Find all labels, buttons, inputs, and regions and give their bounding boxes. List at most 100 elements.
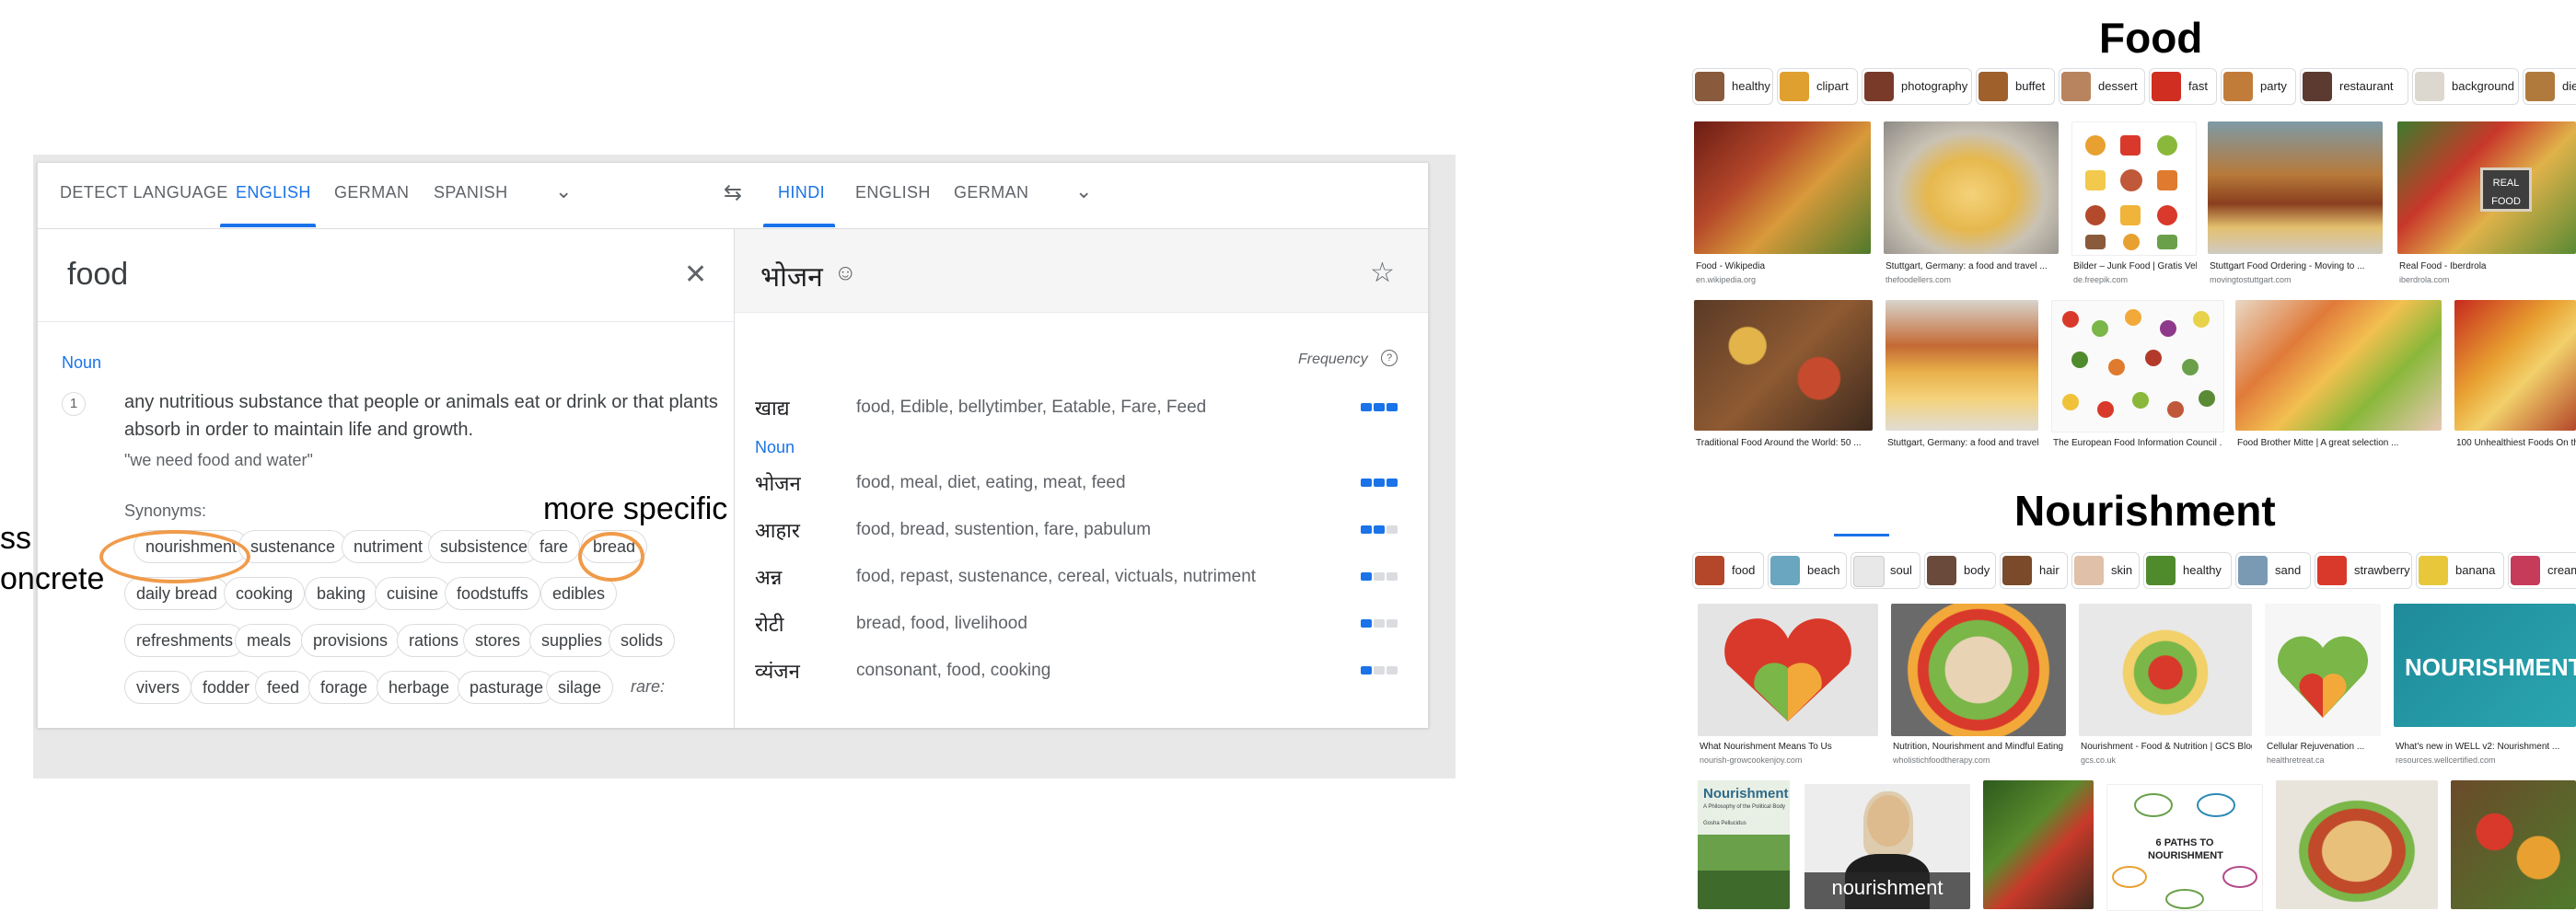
image-caption[interactable]: Food - Wikipedia [1696,261,1871,271]
synonym-chip[interactable]: edibles [540,577,618,610]
image-thumbnail[interactable]: NOURISHMENT [2394,604,2576,727]
source-input-area[interactable]: food ✕ [38,229,734,321]
image-thumbnail[interactable] [2265,604,2381,736]
tag-chip[interactable]: skin [2071,552,2140,589]
image-thumbnail[interactable] [1694,121,1871,254]
translation-synonyms: bread, food, livelihood [856,614,1027,633]
image-caption[interactable]: Stuttgart Food Ordering - Moving to ... [2210,261,2383,271]
image-thumbnail[interactable] [2454,300,2576,431]
tab-target-hindi[interactable]: HINDI [778,183,825,202]
image-caption[interactable]: Bilder – Junk Food | Gratis Vekt... [2073,261,2197,271]
image-caption[interactable]: Cellular Rejuvenation ... [2267,742,2381,752]
image-caption[interactable]: Nourishment - Food & Nutrition | GCS Blo… [2081,742,2252,752]
close-icon[interactable]: ✕ [684,259,707,291]
tag-chip[interactable]: healthy [2143,552,2232,589]
synonym-chip[interactable]: stores [463,624,533,657]
tag-chip[interactable]: banana [2416,552,2504,589]
synonym-chip[interactable]: provisions [301,624,400,657]
tab-target-english[interactable]: ENGLISH [855,183,931,202]
synonym-chip[interactable]: silage [546,671,614,704]
synonym-chip[interactable]: pasturage [458,671,556,704]
tag-chip[interactable]: dessert [2059,68,2145,105]
image-caption[interactable]: The European Food Information Council ..… [2053,438,2222,448]
image-caption[interactable]: Food Brother Mitte | A great selection .… [2237,438,2442,448]
synonym-chip[interactable]: supplies [529,624,615,657]
image-caption[interactable]: Real Food - Iberdrola [2399,261,2576,271]
tag-chip[interactable]: cream [2508,552,2576,589]
frequency-bar [1361,525,1398,534]
synonym-chip[interactable]: baking [305,577,378,610]
tag-chip[interactable]: healthy [1692,68,1773,105]
synonym-chip[interactable]: foodstuffs [445,577,540,610]
tag-chip[interactable]: body [1924,552,1996,589]
synonym-chip[interactable]: herbage [377,671,462,704]
image-thumbnail[interactable] [2071,121,2197,256]
tab-source-german[interactable]: GERMAN [334,183,409,202]
image-thumbnail[interactable] [1884,121,2059,254]
image-caption[interactable]: Traditional Food Around the World: 50 ..… [1696,438,1873,448]
image-thumbnail[interactable] [1886,300,2038,431]
synonym-chip[interactable]: feed [255,671,312,704]
tag-chip[interactable]: restaurant [2300,68,2408,105]
tag-chip[interactable]: beach [1768,552,1847,589]
image-caption[interactable]: What Nourishment Means To Us [1700,742,1878,752]
image-thumbnail[interactable] [2451,780,2576,909]
synonym-chip[interactable]: cuisine [375,577,451,610]
image-thumbnail[interactable] [2079,604,2252,736]
synonym-chip[interactable]: forage [308,671,380,704]
image-thumbnail[interactable] [1891,604,2066,736]
tag-chip[interactable]: fast [2149,68,2217,105]
synonym-chip[interactable]: solids [609,624,676,657]
synonym-chip[interactable]: vivers [124,671,192,704]
image-thumbnail[interactable] [1694,300,1873,431]
image-thumbnail[interactable] [2235,300,2442,431]
chevron-down-icon[interactable]: ⌄ [555,179,572,203]
highlight-ellipse-nourishment [99,530,250,583]
star-icon[interactable]: ☆ [1370,257,1395,289]
tab-source-english[interactable]: ENGLISH [236,183,311,202]
tag-chip[interactable]: diet [2523,68,2576,105]
tag-chip[interactable]: hair [2000,552,2068,589]
image-thumbnail[interactable] [1698,604,1878,736]
image-thumbnail[interactable]: 6 PATHS TO NOURISHMENT [2106,784,2263,911]
tag-chip[interactable]: food [1692,552,1764,589]
tag-chip[interactable]: strawberry [2315,552,2412,589]
image-caption[interactable]: 100 Unhealthiest Foods On the Plane... [2456,438,2576,448]
synonym-chip[interactable]: cooking [224,577,306,610]
synonym-chip[interactable]: refreshments [124,624,246,657]
image-caption[interactable]: Stuttgart, Germany: a food and travel ..… [1887,438,2038,448]
image-caption[interactable]: Nutrition, Nourishment and Mindful Eatin… [1893,742,2066,752]
synonym-chip[interactable]: sustenance [238,530,348,563]
chevron-down-icon[interactable]: ⌄ [1075,179,1092,203]
tab-detect-language[interactable]: DETECT LANGUAGE [60,183,228,202]
tag-chip[interactable]: clipart [1777,68,1858,105]
image-thumbnail[interactable]: nourishment [1804,784,1970,909]
tag-chip[interactable]: background [2412,68,2519,105]
image-thumbnail[interactable] [2276,780,2438,909]
help-icon[interactable]: ? [1381,350,1398,366]
image-caption[interactable]: Stuttgart, Germany: a food and travel ..… [1886,261,2059,271]
image-thumbnail[interactable] [2208,121,2383,254]
tag-chip[interactable]: buffet [1976,68,2055,105]
gender-icon[interactable]: ☺ [834,260,857,286]
tag-chip[interactable]: soul [1851,552,1920,589]
translation-synonyms: consonant, food, cooking [856,661,1051,680]
swap-languages-icon[interactable]: ⇆ [724,179,742,206]
synonym-chip[interactable]: fare [528,530,581,563]
image-thumbnail[interactable]: REAL FOOD [2397,121,2576,254]
source-text[interactable]: food [67,257,128,293]
image-caption[interactable]: What's new in WELL v2: Nourishment ... [2396,742,2576,752]
tab-source-spanish[interactable]: SPANISH [434,183,508,202]
image-thumbnail[interactable] [2051,300,2224,432]
tag-chip[interactable]: party [2221,68,2296,105]
image-thumbnail[interactable] [1983,780,2094,909]
image-thumbnail[interactable]: Nourishment A Philosophy of the Politica… [1698,780,1790,909]
synonym-chip[interactable]: subsistence [428,530,540,563]
synonym-chip[interactable]: rations [397,624,471,657]
synonym-chip[interactable]: meals [235,624,304,657]
tag-chip[interactable]: photography [1862,68,1972,105]
synonym-chip[interactable]: fodder [191,671,262,704]
tag-chip[interactable]: sand [2235,552,2311,589]
synonym-chip[interactable]: nutriment [342,530,435,563]
tab-target-german[interactable]: GERMAN [954,183,1028,202]
